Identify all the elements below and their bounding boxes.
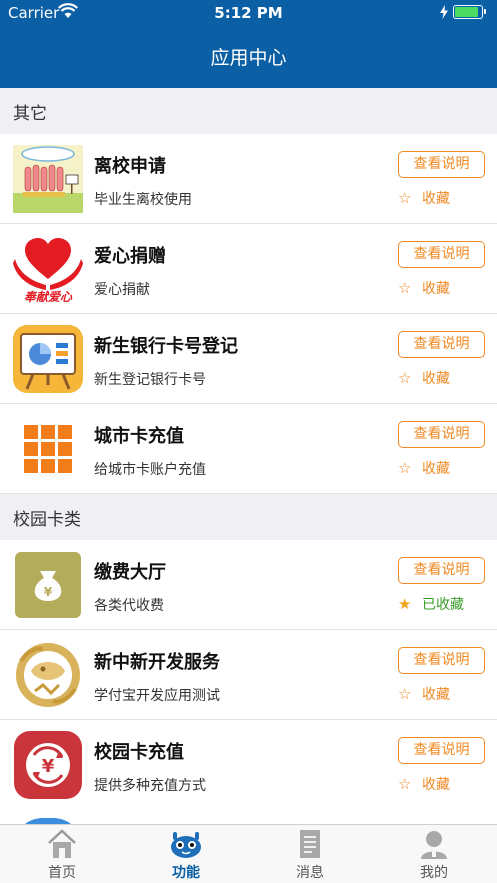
section-header-other: 其它	[0, 88, 497, 134]
golden-dragon-icon	[13, 641, 83, 709]
view-instructions-button[interactable]: 查看说明	[398, 421, 485, 448]
app-name: 新生银行卡号登记	[94, 336, 238, 357]
list-item[interactable]: 新中新开发服务 学付宝开发应用测试 查看说明 ☆ 收藏	[0, 630, 497, 720]
page-title: 应用中心	[210, 47, 287, 69]
app-description: 新生登记银行卡号	[94, 372, 206, 388]
app-name: 缴费大厅	[94, 562, 166, 583]
app-name: 城市卡充值	[94, 426, 184, 447]
heart-donation-icon: 奉献爱心	[13, 235, 83, 304]
favorite-label: 收藏	[422, 687, 450, 703]
star-icon: ☆	[398, 459, 412, 477]
money-bag-icon: ¥	[13, 551, 83, 619]
person-icon	[421, 831, 447, 859]
view-instructions-button[interactable]: 查看说明	[398, 241, 485, 268]
list-item[interactable]: 新生银行卡号登记 新生登记银行卡号 查看说明 ☆ 收藏	[0, 314, 497, 404]
battery-icon	[453, 5, 486, 19]
favorite-toggle[interactable]: ☆ 收藏	[398, 368, 450, 388]
app-name: 爱心捐赠	[94, 246, 166, 267]
favorite-toggle[interactable]: ☆ 收藏	[398, 684, 450, 704]
favorite-label: 已收藏	[422, 597, 464, 613]
star-icon: ★	[398, 595, 412, 613]
yen-recharge-icon: ¥	[13, 731, 83, 799]
app-name: 新中新开发服务	[94, 652, 220, 673]
view-instructions-button[interactable]: 查看说明	[398, 331, 485, 358]
view-instructions-button[interactable]: 查看说明	[398, 151, 485, 178]
app-name: 离校申请	[94, 156, 166, 177]
app-description: 提供多种充值方式	[94, 778, 206, 794]
favorite-label: 收藏	[422, 191, 450, 207]
star-icon: ☆	[398, 685, 412, 703]
favorite-toggle[interactable]: ☆ 收藏	[398, 458, 450, 478]
clock: 5:12 PM	[214, 4, 283, 22]
tab-label: 首页	[48, 865, 76, 881]
favorite-label: 收藏	[422, 777, 450, 793]
home-icon	[48, 829, 76, 858]
favorite-toggle[interactable]: ☆ 收藏	[398, 774, 450, 794]
favorite-label: 收藏	[422, 461, 450, 477]
star-icon: ☆	[398, 279, 412, 297]
app-description: 给城市卡账户充值	[94, 462, 206, 478]
star-icon: ☆	[398, 369, 412, 387]
list-item[interactable]: 城市卡充值 给城市卡账户充值 查看说明 ☆ 收藏	[0, 404, 497, 494]
list-item[interactable]: 离校申请 毕业生离校使用 查看说明 ☆ 收藏	[0, 134, 497, 224]
app-description: 学付宝开发应用测试	[94, 688, 220, 704]
donation-logo-text: 奉献爱心	[24, 290, 73, 303]
grid-icon	[13, 415, 83, 483]
document-icon	[300, 830, 320, 858]
list-item-partial[interactable]	[0, 808, 497, 824]
view-instructions-button[interactable]: 查看说明	[398, 647, 485, 674]
navigation-bar: 应用中心	[0, 26, 497, 88]
charging-icon	[440, 5, 448, 19]
robot-icon	[171, 832, 201, 858]
view-instructions-button[interactable]: 查看说明	[398, 737, 485, 764]
list-item[interactable]: ¥ 缴费大厅 各类代收费 查看说明 ★ 已收藏	[0, 540, 497, 630]
tab-label: 消息	[296, 865, 324, 881]
list-item[interactable]: 奉献爱心 爱心捐赠 爱心捐献 查看说明 ☆ 收藏	[0, 224, 497, 314]
svg-text:¥: ¥	[42, 756, 55, 777]
favorite-toggle[interactable]: ☆ 收藏	[398, 278, 450, 298]
svg-text:¥: ¥	[44, 585, 53, 599]
tab-messages[interactable]: 消息	[248, 825, 372, 883]
tab-profile[interactable]: 我的	[372, 825, 496, 883]
view-instructions-button[interactable]: 查看说明	[398, 557, 485, 584]
presentation-board-icon	[13, 325, 83, 393]
section-header-campus-card: 校园卡类	[0, 494, 497, 540]
star-icon: ☆	[398, 775, 412, 793]
favorite-toggle[interactable]: ★ 已收藏	[398, 594, 464, 614]
app-description: 爱心捐献	[94, 282, 150, 298]
favorite-toggle[interactable]: ☆ 收藏	[398, 188, 450, 208]
star-icon: ☆	[398, 189, 412, 207]
app-description: 各类代收费	[94, 598, 164, 614]
tab-label: 功能	[172, 865, 200, 881]
tab-home[interactable]: 首页	[0, 825, 124, 883]
favorite-label: 收藏	[422, 371, 450, 387]
favorite-label: 收藏	[422, 281, 450, 297]
tab-label: 我的	[420, 865, 448, 881]
app-description: 毕业生离校使用	[94, 192, 192, 208]
tab-bar: 首页 功能 消息 我的	[0, 824, 497, 883]
status-bar: Carrier 5:12 PM	[0, 0, 497, 26]
graduation-icon	[13, 145, 83, 213]
tab-functions[interactable]: 功能	[124, 825, 248, 883]
list-item[interactable]: ¥ 校园卡充值 提供多种充值方式 查看说明 ☆ 收藏	[0, 720, 497, 810]
app-name: 校园卡充值	[94, 742, 184, 763]
